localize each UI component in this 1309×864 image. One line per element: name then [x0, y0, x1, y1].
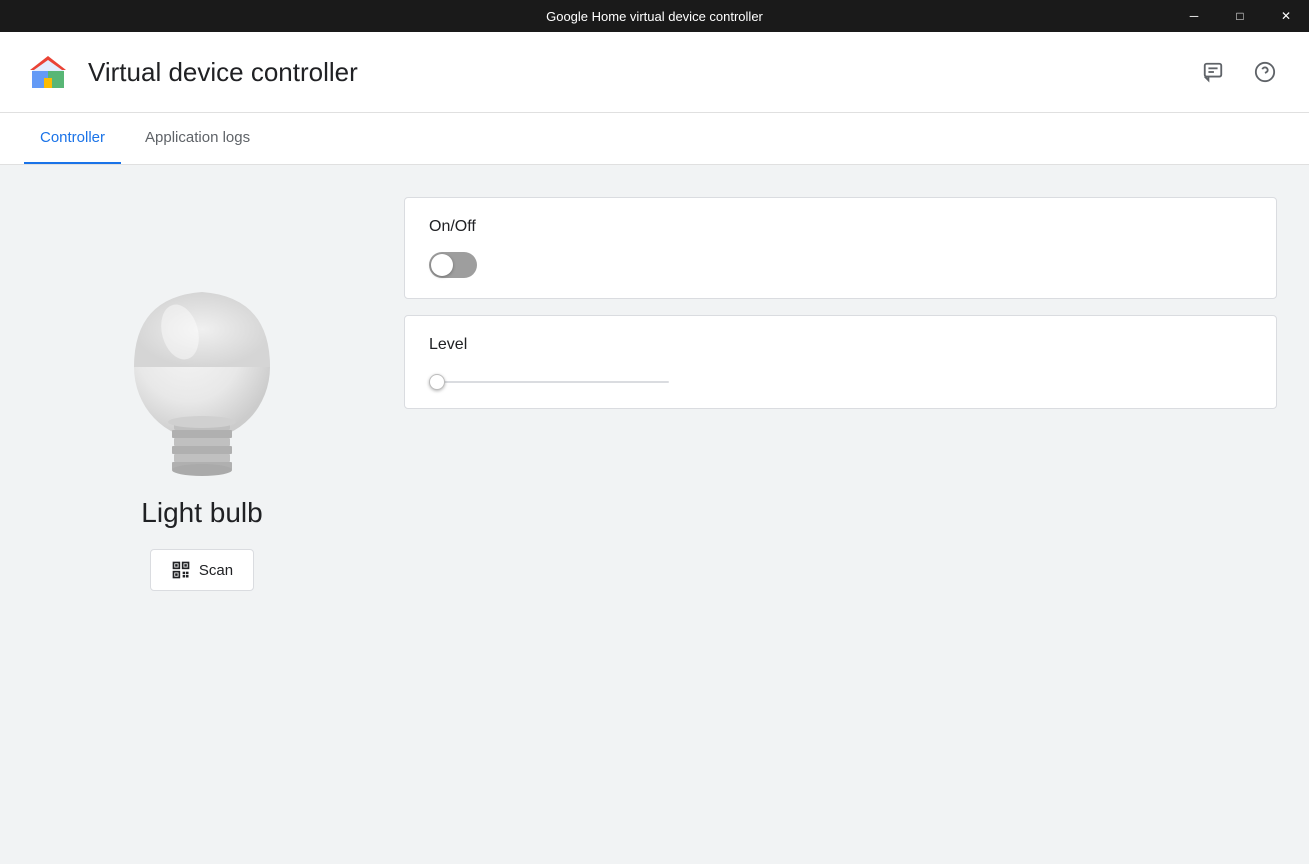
header-right	[1193, 52, 1285, 92]
device-name: Light bulb	[141, 497, 262, 529]
title-bar: Google Home virtual device controller ─ …	[0, 0, 1309, 32]
onoff-toggle[interactable]	[429, 252, 477, 278]
tabs-container: Controller Application logs	[0, 113, 1309, 165]
level-label: Level	[429, 336, 1252, 354]
bulb-image	[112, 237, 292, 497]
window-controls: ─ □ ✕	[1171, 0, 1309, 32]
qr-code-icon	[171, 560, 191, 580]
help-icon	[1254, 61, 1276, 83]
level-slider[interactable]	[429, 381, 669, 383]
scan-button[interactable]: Scan	[150, 549, 254, 591]
toggle-knob	[431, 254, 453, 276]
window-title: Google Home virtual device controller	[546, 9, 763, 24]
device-panel: Light bulb Scan	[32, 197, 372, 832]
tab-controller[interactable]: Controller	[24, 113, 121, 164]
main-content: Light bulb Scan On/Off	[0, 165, 1309, 864]
tab-application-logs[interactable]: Application logs	[129, 113, 266, 164]
onoff-card: On/Off	[404, 197, 1277, 299]
level-card: Level	[404, 315, 1277, 409]
chat-icon	[1202, 61, 1224, 83]
chat-button[interactable]	[1193, 52, 1233, 92]
app-header: Virtual device controller	[0, 32, 1309, 113]
controls-panel: On/Off Level	[404, 197, 1277, 832]
level-slider-container	[429, 370, 669, 388]
onoff-label: On/Off	[429, 218, 1252, 236]
app-title: Virtual device controller	[88, 57, 358, 88]
close-button[interactable]: ✕	[1263, 0, 1309, 32]
google-home-logo	[24, 48, 72, 96]
help-button[interactable]	[1245, 52, 1285, 92]
header-left: Virtual device controller	[24, 48, 358, 96]
maximize-button[interactable]: □	[1217, 0, 1263, 32]
minimize-button[interactable]: ─	[1171, 0, 1217, 32]
scan-label: Scan	[199, 562, 233, 579]
